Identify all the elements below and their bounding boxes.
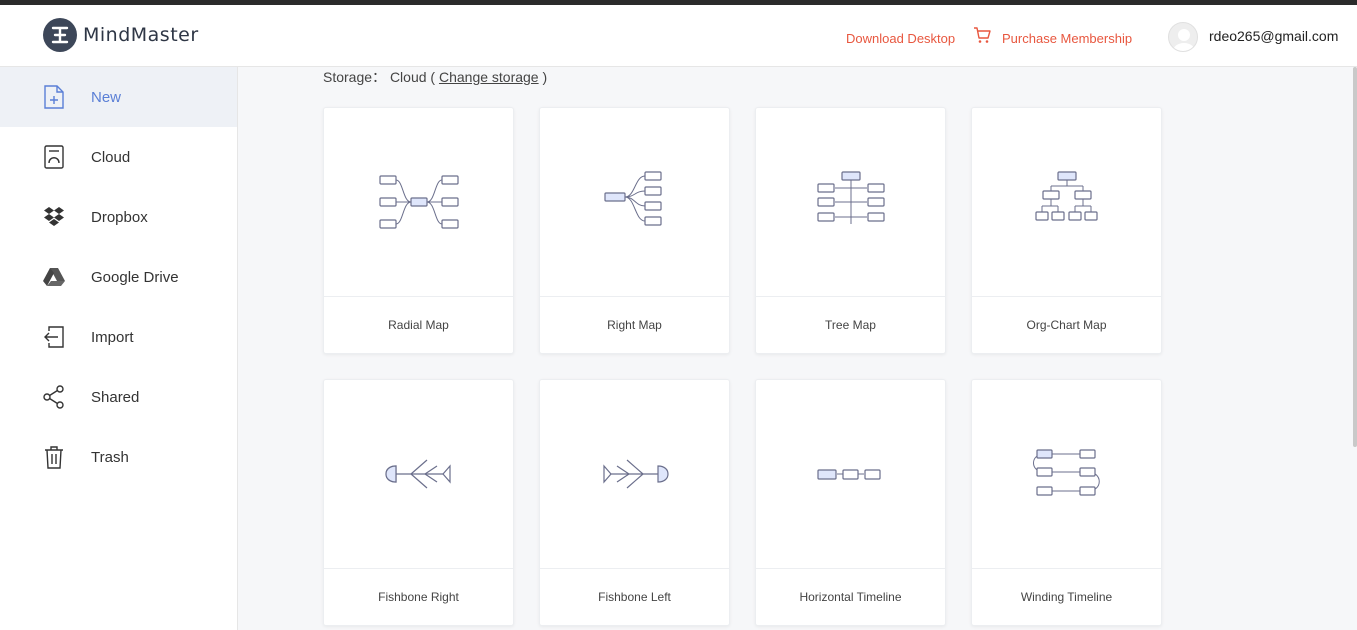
storage-label: Storage： — [323, 69, 387, 85]
storage-info: Storage： Cloud ( Change storage ) — [323, 67, 547, 87]
template-title: Horizontal Timeline — [799, 590, 902, 604]
template-card-winding-timeline[interactable]: Winding Timeline — [971, 379, 1162, 626]
storage-value: Cloud ( — [389, 69, 436, 85]
sidebar-item-label: Import — [91, 328, 134, 346]
radial-map-preview — [324, 108, 513, 297]
template-title: Fishbone Left — [598, 590, 671, 604]
template-card-fishbone-right[interactable]: Fishbone Right — [323, 379, 514, 626]
template-card-org-chart-map[interactable]: Org-Chart Map — [971, 107, 1162, 354]
template-title: Right Map — [607, 318, 662, 332]
fishbone-right-preview — [324, 380, 513, 569]
import-icon — [42, 324, 66, 350]
logo-text: MindMaster — [83, 24, 199, 46]
sidebar-item-label: Google Drive — [91, 268, 179, 286]
sidebar-item-label: Dropbox — [91, 208, 148, 226]
cart-icon[interactable] — [973, 26, 991, 49]
sidebar-item-label: Shared — [91, 388, 140, 406]
header: MindMaster Download Desktop Purchase Mem… — [0, 5, 1357, 67]
right-map-preview — [540, 108, 729, 297]
storage-close: ) — [542, 69, 548, 85]
change-storage-link[interactable]: Change storage — [439, 69, 539, 85]
horizontal-timeline-preview — [756, 380, 945, 569]
template-card-fishbone-left[interactable]: Fishbone Left — [539, 379, 730, 626]
sidebar-item-label: Cloud — [91, 148, 131, 166]
logo-icon — [43, 18, 77, 52]
sidebar-item-label: Trash — [91, 448, 129, 466]
page-scrollbar[interactable] — [1353, 67, 1357, 447]
tree-map-preview — [756, 108, 945, 297]
template-card-tree-map[interactable]: Tree Map — [755, 107, 946, 354]
fishbone-left-preview — [540, 380, 729, 569]
sidebar-item-cloud[interactable]: Cloud — [0, 127, 237, 187]
template-title: Tree Map — [825, 318, 876, 332]
avatar[interactable] — [1168, 22, 1198, 52]
sidebar-item-shared[interactable]: Shared — [0, 367, 237, 427]
dropbox-icon — [42, 204, 66, 230]
trash-icon — [42, 444, 66, 470]
template-title: Fishbone Right — [378, 590, 459, 604]
sidebar-item-label: New — [91, 88, 122, 106]
sidebar-item-trash[interactable]: Trash — [0, 427, 237, 487]
template-card-horizontal-timeline[interactable]: Horizontal Timeline — [755, 379, 946, 626]
template-title: Radial Map — [388, 318, 449, 332]
sidebar: New Cloud Dropbox Google Drive Import Sh… — [0, 67, 238, 630]
template-title: Org-Chart Map — [1026, 318, 1107, 332]
org-chart-map-preview — [972, 108, 1161, 297]
sidebar-item-import[interactable]: Import — [0, 307, 237, 367]
sidebar-item-google-drive[interactable]: Google Drive — [0, 247, 237, 307]
sidebar-item-dropbox[interactable]: Dropbox — [0, 187, 237, 247]
template-card-right-map[interactable]: Right Map — [539, 107, 730, 354]
cloud-icon — [42, 144, 66, 170]
sidebar-item-new[interactable]: New — [0, 67, 237, 127]
template-title: Winding Timeline — [1020, 590, 1113, 604]
winding-timeline-preview — [972, 380, 1161, 569]
new-file-icon — [42, 84, 66, 110]
download-desktop-link[interactable]: Download Desktop — [846, 31, 955, 46]
purchase-membership-link[interactable]: Purchase Membership — [1002, 31, 1132, 46]
google-drive-icon — [42, 264, 66, 290]
template-card-radial-map[interactable]: Radial Map — [323, 107, 514, 354]
share-icon — [42, 384, 66, 410]
logo[interactable]: MindMaster — [43, 18, 199, 52]
user-email[interactable]: rdeo265@gmail.com — [1209, 28, 1338, 44]
